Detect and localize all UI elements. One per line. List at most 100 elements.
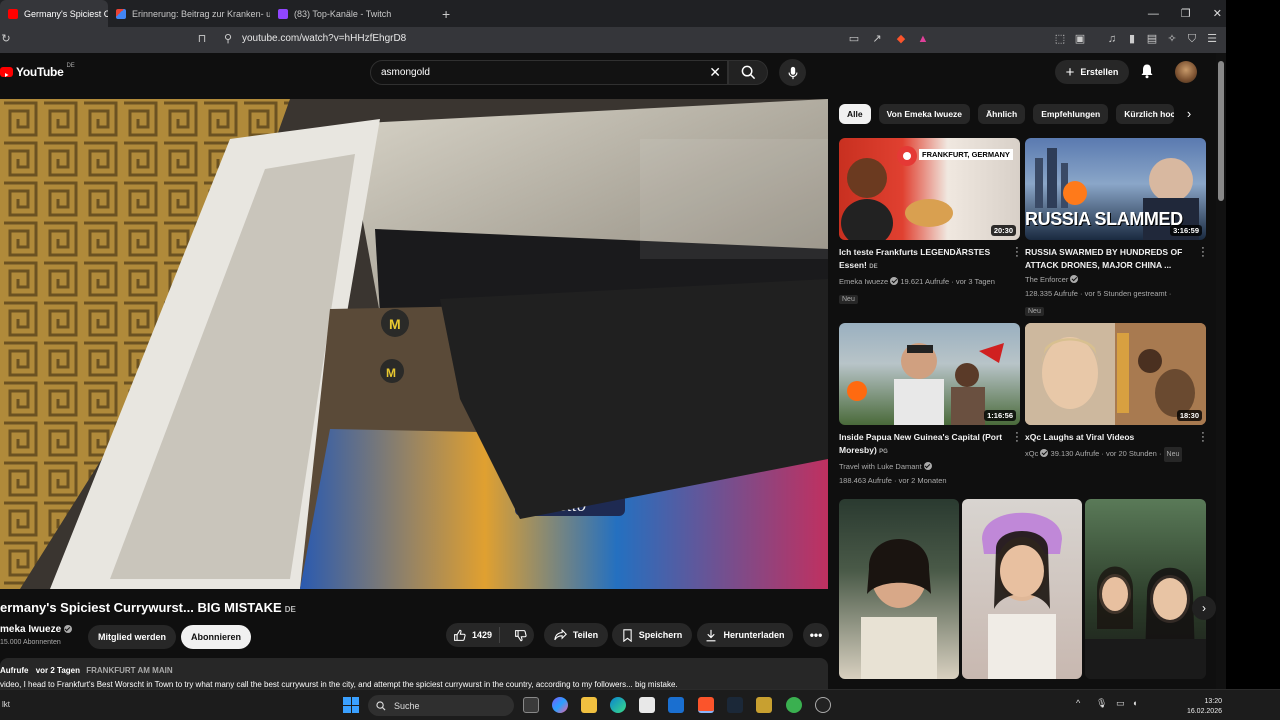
new-badge: Neu xyxy=(1025,307,1044,316)
chip-similar[interactable]: Ähnlich xyxy=(978,104,1026,124)
notifications-button[interactable] xyxy=(1139,63,1155,79)
more-vertical-icon[interactable]: · · · xyxy=(1200,428,1206,447)
close-window-icon[interactable]: ✕ xyxy=(1213,7,1222,20)
leo-ai-icon[interactable]: ✧ xyxy=(1166,33,1178,45)
description-box[interactable]: Aufrufe vor 2 Tagen FRANKFURT AM MAIN vi… xyxy=(0,658,828,689)
widget-text[interactable]: lkt xyxy=(2,700,10,709)
plus-icon: + xyxy=(1065,63,1075,81)
short-art xyxy=(1085,566,1206,679)
more-vertical-icon[interactable]: · · · xyxy=(1014,243,1020,262)
cast-icon[interactable]: ▭ xyxy=(848,33,860,45)
video-thumbnail[interactable]: FRANKFURT, GERMANY 20:30 xyxy=(839,138,1020,240)
shorts-next-icon[interactable]: › xyxy=(1192,596,1216,620)
windows-start-icon[interactable] xyxy=(343,697,359,713)
site-settings-icon[interactable]: ⚲ xyxy=(222,33,234,45)
brave-icon[interactable] xyxy=(698,697,714,713)
recommendation-card[interactable]: RUSSIA SLAMMED 3:16:59 RUSSIA SWARMED BY… xyxy=(1025,138,1206,318)
network-icon[interactable]: ▭ xyxy=(1116,698,1125,709)
task-view-icon[interactable] xyxy=(523,697,539,713)
sidebar-icon[interactable]: ▮ xyxy=(1126,33,1138,45)
video-card-title-text: Ich teste Frankfurts LEGENDÄRSTES Essen! xyxy=(839,247,991,270)
search-button[interactable] xyxy=(728,60,768,85)
edge-icon[interactable] xyxy=(610,697,626,713)
recommendation-card[interactable]: 1:16:56 Inside Papua New Guinea's Capita… xyxy=(839,323,1020,487)
video-card-channel[interactable]: Emeka Iwueze 19.621 Aufrufe · vor 3 Tage… xyxy=(839,275,1020,288)
subscribe-button[interactable]: Abonnieren xyxy=(181,625,251,649)
chip-recommendations[interactable]: Empfehlungen xyxy=(1033,104,1109,124)
short-thumbnail[interactable] xyxy=(1085,499,1206,679)
location-tag[interactable]: FRANKFURT AM MAIN xyxy=(86,666,172,675)
vpn-icon[interactable]: ⛉ xyxy=(1186,33,1198,45)
wallet-icon[interactable]: ▤ xyxy=(1146,33,1158,45)
dislike-button[interactable] xyxy=(506,629,534,642)
video-card-title[interactable]: RUSSIA SWARMED BY HUNDREDS OF ATTACK DRO… xyxy=(1025,246,1195,272)
music-icon[interactable]: ♫ xyxy=(1106,33,1118,45)
recommendation-card[interactable]: FRANKFURT, GERMANY 20:30 Ich teste Frank… xyxy=(839,138,1020,306)
share-icon[interactable]: ↗ xyxy=(871,33,883,45)
verified-icon xyxy=(1040,449,1049,457)
brave-shield-icon[interactable]: ◆ xyxy=(895,33,907,45)
mail-icon[interactable] xyxy=(668,697,684,713)
obs-icon[interactable] xyxy=(815,697,831,713)
more-actions-button[interactable]: ••• xyxy=(803,623,829,647)
short-thumbnail[interactable] xyxy=(839,499,959,679)
video-thumbnail[interactable]: 18:30 xyxy=(1025,323,1206,425)
store-icon[interactable] xyxy=(639,697,655,713)
page-scrollbar[interactable] xyxy=(1216,53,1226,689)
maximize-icon[interactable]: ❐ xyxy=(1181,7,1191,20)
app-icon[interactable] xyxy=(786,697,802,713)
video-card-channel[interactable]: The Enforcer xyxy=(1025,273,1206,286)
clear-search-icon[interactable]: ✕ xyxy=(709,64,721,81)
like-button[interactable]: 1429 xyxy=(446,627,501,643)
channel-name[interactable]: meka Iwueze xyxy=(0,624,72,635)
view-meta: 188.463 Aufrufe · vor 2 Monaten xyxy=(839,476,947,485)
taskbar-search[interactable]: Suche xyxy=(368,695,514,716)
video-card-title[interactable]: Ich teste Frankfurts LEGENDÄRSTES Essen!… xyxy=(839,246,1009,274)
youtube-logo[interactable]: YouTube DE xyxy=(0,63,75,79)
brave-rewards-icon[interactable]: ▲ xyxy=(917,33,929,45)
tab-gmail[interactable]: Erinnerung: Beitrag zur Kranken- und xyxy=(108,0,270,27)
chip-all[interactable]: Alle xyxy=(839,104,871,124)
video-card-title[interactable]: Inside Papua New Guinea's Capital (Port … xyxy=(839,431,1009,459)
download-button[interactable]: Herunterladen xyxy=(697,623,793,647)
steam-icon[interactable] xyxy=(727,697,743,713)
app-icon[interactable] xyxy=(756,697,772,713)
file-explorer-icon[interactable] xyxy=(581,697,597,713)
more-vertical-icon[interactable]: · · · xyxy=(1014,428,1020,447)
reload-icon[interactable]: ↻ xyxy=(0,33,12,45)
join-button[interactable]: Mitglied werden xyxy=(88,625,176,649)
minimize-icon[interactable]: — xyxy=(1148,8,1159,20)
video-card-channel[interactable]: Travel with Luke Damant xyxy=(839,460,1020,473)
short-thumbnail[interactable] xyxy=(962,499,1082,679)
account-avatar[interactable] xyxy=(1175,61,1197,83)
volume-icon[interactable]: ◖ xyxy=(1132,698,1137,708)
screenshot-icon[interactable]: ▣ xyxy=(1074,33,1086,45)
video-player[interactable]: Cornetto M M xyxy=(0,99,828,589)
share-button[interactable]: Teilen xyxy=(544,623,608,647)
video-card-title[interactable]: xQc Laughs at Viral Videos xyxy=(1025,431,1195,444)
scrollbar-thumb[interactable] xyxy=(1218,61,1224,201)
voice-search-button[interactable] xyxy=(779,59,806,86)
recommendation-card[interactable]: 18:30 xQc Laughs at Viral Videos xQc 39.… xyxy=(1025,323,1206,462)
clock[interactable]: 13:20 16.02.2026 xyxy=(1187,697,1222,717)
url-field[interactable]: youtube.com/watch?v=hHHzfEhgrD8 xyxy=(242,33,406,44)
video-thumbnail[interactable]: 1:16:56 xyxy=(839,323,1020,425)
menu-icon[interactable]: ☰ xyxy=(1206,33,1218,45)
save-button[interactable]: Speichern xyxy=(612,623,692,647)
chevron-up-icon[interactable]: ^ xyxy=(1076,698,1080,708)
create-button[interactable]: + Erstellen xyxy=(1055,60,1129,84)
copilot-icon[interactable] xyxy=(552,697,568,713)
new-tab-button[interactable]: + xyxy=(442,6,450,22)
microphone-tray-icon[interactable]: 🎙︎ xyxy=(1096,698,1107,709)
video-thumbnail[interactable]: RUSSIA SLAMMED 3:16:59 xyxy=(1025,138,1206,240)
chip-recently-uploaded[interactable]: Kürzlich hoc xyxy=(1116,104,1175,124)
extensions-icon[interactable]: ⬚ xyxy=(1054,33,1066,45)
bookmark-icon[interactable]: ⊓ xyxy=(196,33,208,45)
more-vertical-icon[interactable]: · · · xyxy=(1200,243,1206,262)
chip-scroll-right-icon[interactable]: › xyxy=(1180,106,1198,124)
chip-from-channel[interactable]: Von Emeka Iwueze xyxy=(878,104,971,124)
video-card-channel[interactable]: xQc 39.130 Aufrufe · vor 20 Stunden · Ne… xyxy=(1025,445,1206,462)
tab-twitch[interactable]: (83) Top-Kanäle - Twitch xyxy=(270,0,432,27)
search-input[interactable]: asmongold ✕ xyxy=(370,60,728,85)
tab-youtube[interactable]: Germany's Spiciest Curry ✕ xyxy=(0,0,108,27)
